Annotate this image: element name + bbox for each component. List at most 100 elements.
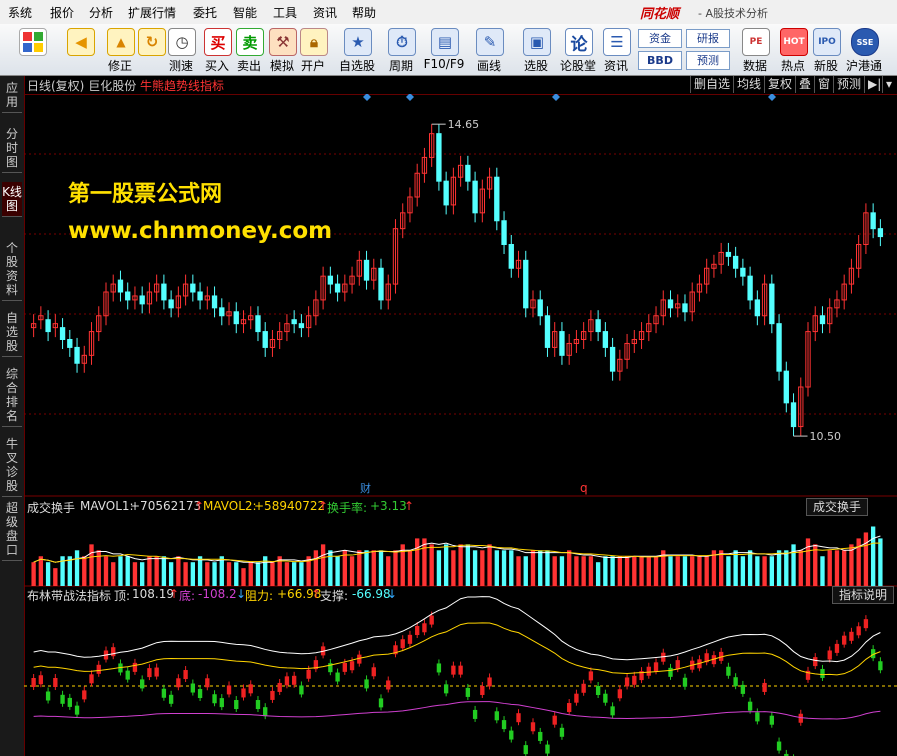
hk-connect-label: 沪港通 xyxy=(845,59,882,73)
news-button[interactable]: ☰ 资讯 xyxy=(599,24,633,75)
research-report-button[interactable]: 研报 xyxy=(686,29,730,48)
menu-news[interactable]: 资讯 xyxy=(313,4,337,21)
menu-help[interactable]: 帮助 xyxy=(352,4,376,21)
draw-line-button[interactable]: ✎ 画线 xyxy=(470,24,508,75)
volume-bar xyxy=(458,544,463,586)
volume-bar xyxy=(653,556,659,586)
quarter-marker[interactable]: q xyxy=(580,481,588,495)
menu-analysis[interactable]: 分析 xyxy=(89,4,113,21)
side-tab-ranking[interactable]: 综合排名 xyxy=(2,364,22,427)
fund-flow-button[interactable]: 资金 xyxy=(638,29,682,48)
watermark-url: www.chnmoney.com xyxy=(68,218,333,244)
volume-bar xyxy=(487,544,492,586)
clock-icon: ◷ xyxy=(168,28,196,56)
candle-body xyxy=(494,176,500,222)
remove-watchlist-button[interactable]: 删自选 xyxy=(690,76,733,93)
candle-body xyxy=(262,331,268,348)
finance-marker[interactable]: 财 xyxy=(360,481,371,495)
volume-bar xyxy=(284,562,290,586)
overlay-button[interactable]: 叠 xyxy=(795,76,814,93)
refresh-button[interactable]: ↻ xyxy=(134,24,168,75)
hot-button[interactable]: HOT 热点 xyxy=(775,24,811,75)
side-tab-diagnosis-label: 牛叉诊股 xyxy=(5,437,18,493)
menu-smart[interactable]: 智能 xyxy=(233,4,257,21)
mavol1-line xyxy=(33,535,881,564)
speed-test-button[interactable]: ◷ 测速 xyxy=(164,24,198,75)
volume-bar xyxy=(842,550,847,586)
candle-body xyxy=(667,299,674,309)
mavol2-line xyxy=(33,542,881,563)
volume-bar xyxy=(595,562,601,586)
side-tab-super-orderbook[interactable]: 超级盘口 xyxy=(2,498,22,561)
candle-body xyxy=(219,307,225,317)
volume-bar xyxy=(581,556,586,586)
candle-body xyxy=(190,283,196,293)
volume-bar xyxy=(118,556,123,586)
volume-bar xyxy=(509,550,514,586)
volume-bar xyxy=(682,556,688,586)
back-button[interactable]: ◀ xyxy=(62,24,98,75)
volume-bar xyxy=(270,562,275,586)
volume-bar xyxy=(530,550,536,586)
watchlist-label: 自选股 xyxy=(338,59,375,73)
low-price-label: 10.50 xyxy=(810,430,842,443)
window-button[interactable]: 窗 xyxy=(814,76,833,93)
volume-bar xyxy=(603,556,608,586)
clock-cycle-icon: ⏱︎ xyxy=(388,28,416,56)
data-button[interactable]: PE 数据 xyxy=(737,24,773,75)
stock-picker-button[interactable]: ▣ 选股 xyxy=(517,24,555,75)
simulate-button[interactable]: ⚒ 模拟 xyxy=(266,24,298,75)
bb-bottom-value: -108.2 xyxy=(198,587,237,601)
adjust-button[interactable]: 复权 xyxy=(764,76,795,93)
period-text: 日线(复权) xyxy=(27,79,85,93)
indicator-help-button[interactable]: 指标说明 xyxy=(832,586,895,604)
candle-body xyxy=(327,275,334,285)
volume-indicator-button[interactable]: 成交换手 xyxy=(806,498,869,516)
candle-body xyxy=(465,164,471,182)
main-chart-header: 日线(复权) 巨化股份 牛熊趋势线指标 删自选 均线 复权 叠 窗 预测 ▶| … xyxy=(24,76,897,95)
hot-label: 热点 xyxy=(780,59,805,73)
screen-icon: ▣ xyxy=(523,28,551,56)
menu-extended-quote[interactable]: 扩展行情 xyxy=(128,4,176,21)
menu-trade[interactable]: 委托 xyxy=(193,4,217,21)
side-tab-kline[interactable]: K线图 xyxy=(2,182,22,217)
candle-body xyxy=(443,180,449,206)
fix-button[interactable]: ▲ 修正 xyxy=(102,24,138,75)
menu-quote[interactable]: 报价 xyxy=(50,4,74,21)
buy-button[interactable]: 买 买入 xyxy=(201,24,233,75)
candle-body xyxy=(740,267,746,277)
side-tab-diagnosis[interactable]: 牛叉诊股 xyxy=(2,434,22,497)
volume-bar xyxy=(820,556,825,586)
open-account-button[interactable]: 🔒︎ 开户 xyxy=(297,24,329,75)
forecast-button[interactable]: 预测 xyxy=(686,51,730,70)
hk-connect-button[interactable]: SSE 沪港通 xyxy=(844,24,884,75)
ipo-button[interactable]: IPO 新股 xyxy=(810,24,842,75)
forecast-toggle-button[interactable]: 预测 xyxy=(833,76,864,93)
candle-body xyxy=(59,327,66,340)
side-tab-app[interactable]: 应用 xyxy=(2,78,22,113)
chevron-down-icon[interactable]: ▾ xyxy=(882,76,895,93)
moving-average-button[interactable]: 均线 xyxy=(733,76,764,93)
home-button[interactable] xyxy=(14,24,50,75)
f10-icon: ▤ xyxy=(431,28,459,56)
f10-button[interactable]: ▤ F10/F9 xyxy=(423,24,465,75)
volume-bar xyxy=(675,556,680,586)
candle-body xyxy=(776,323,782,372)
side-tab-stock-profile[interactable]: 个股资料 xyxy=(2,238,22,301)
event-diamond-icon xyxy=(768,94,776,101)
menu-system[interactable]: 系统 xyxy=(8,4,32,21)
arrow-down-icon: ↓ xyxy=(387,587,398,601)
side-tab-timeshare[interactable]: 分时图 xyxy=(2,124,22,173)
volume-panel-name: 成交换手 xyxy=(27,501,76,515)
period-button[interactable]: ⏱︎ 周期 xyxy=(382,24,420,75)
high-price-label: 14.65 xyxy=(448,118,480,131)
bbd-button[interactable]: BBD xyxy=(638,51,682,70)
sell-button[interactable]: 卖 卖出 xyxy=(233,24,265,75)
menu-tools[interactable]: 工具 xyxy=(273,4,297,21)
watchlist-button[interactable]: ★ 自选股 xyxy=(336,24,378,75)
candle-body xyxy=(67,339,73,348)
volume-bar xyxy=(89,544,94,586)
side-tab-watchlist[interactable]: 自选股 xyxy=(2,308,22,357)
forum-button[interactable]: 论 论股堂 xyxy=(558,24,598,75)
volume-bar xyxy=(176,556,181,586)
